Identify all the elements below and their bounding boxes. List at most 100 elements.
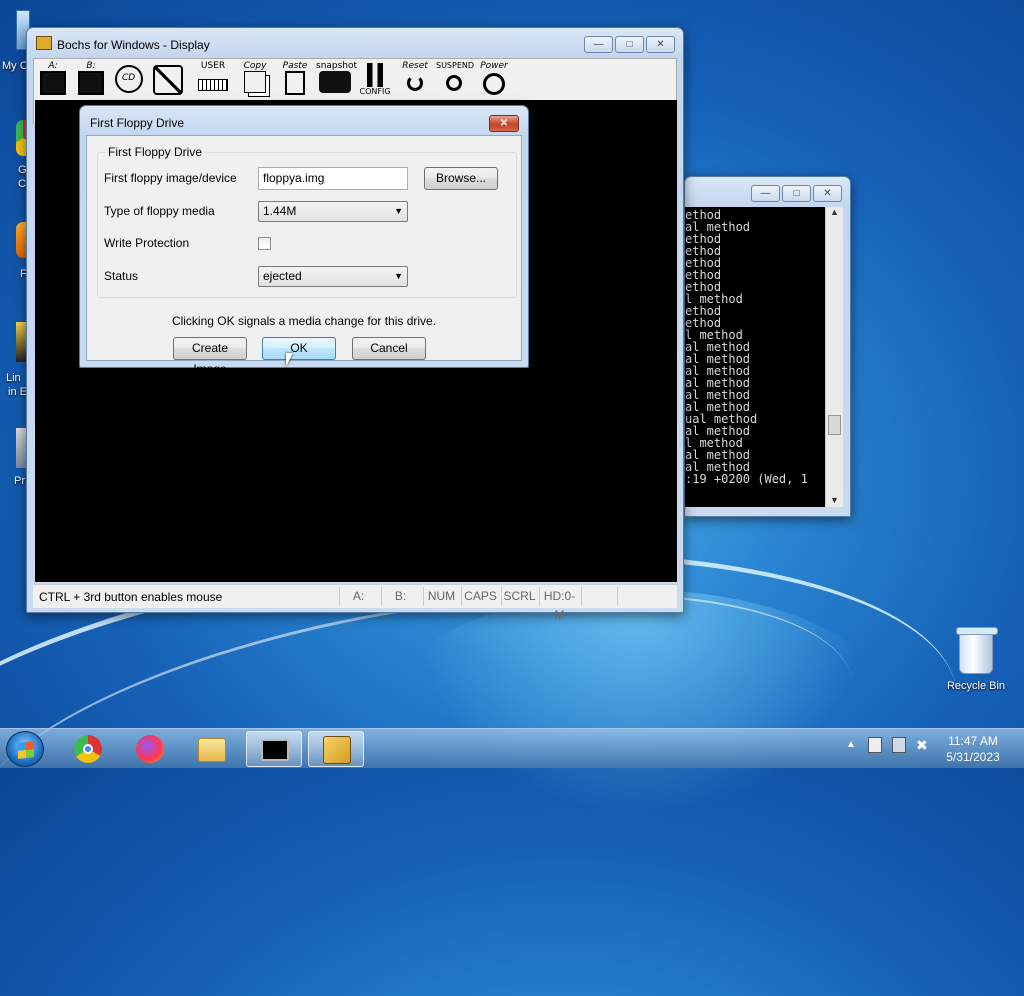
recycle-bin[interactable]: Recycle Bin: [940, 627, 1012, 692]
media-type-value: 1.44M: [263, 204, 297, 218]
paste-icon: [285, 71, 305, 95]
browse-label: Browse...: [435, 171, 486, 185]
dialog-body: First Floppy Drive First floppy image/de…: [86, 135, 522, 376]
cdrom-button[interactable]: CD: [112, 61, 146, 97]
close-button[interactable]: ✕: [489, 115, 519, 132]
ok-button[interactable]: OK: [262, 337, 336, 360]
suspend-button[interactable]: SUSPEND: [436, 61, 474, 97]
status-value: ejected: [263, 269, 302, 283]
chevron-down-icon: ▼: [394, 271, 403, 281]
start-button[interactable]: [6, 731, 44, 767]
recycle-bin-label: Recycle Bin: [946, 680, 1006, 692]
cancel-label: Cancel: [370, 341, 408, 355]
write-protect-checkbox[interactable]: [258, 237, 271, 250]
recycle-bin-icon: [956, 627, 998, 674]
snapshot-button[interactable]: snapshot: [316, 61, 358, 97]
mouse-button[interactable]: [150, 61, 186, 97]
bochs-icon: [323, 736, 351, 764]
dialog-title: First Floppy Drive: [90, 116, 185, 130]
status-message: CTRL + 3rd button enables mouse: [39, 590, 223, 604]
console-icon: [261, 739, 289, 761]
maximize-button[interactable]: □: [615, 36, 644, 53]
console-output: ethod al method ethod ethod ethod ethod ethod l…: [685, 207, 825, 507]
user-button[interactable]: USER: [196, 61, 230, 97]
chrome-center-icon: [83, 744, 93, 754]
taskbar-explorer[interactable]: [184, 731, 240, 767]
write-protect-label: Write Protection: [104, 236, 190, 250]
action-center-icon[interactable]: [868, 737, 882, 753]
browse-button[interactable]: Browse...: [424, 167, 498, 190]
minimize-button[interactable]: —: [751, 185, 780, 202]
dialog-caption-buttons: ✕: [487, 115, 519, 132]
taskbar-firefox[interactable]: [122, 731, 178, 767]
power-label: Power: [480, 61, 508, 71]
taskbar-chrome[interactable]: [60, 731, 116, 767]
taskbar-clock[interactable]: 11:47 AM 5/31/2023: [936, 733, 1010, 765]
console-scrollbar[interactable]: ▲ ▼: [825, 207, 843, 507]
maximize-button[interactable]: □: [782, 185, 811, 202]
minimize-button[interactable]: —: [584, 36, 613, 53]
floppy-icon: [40, 71, 66, 95]
bochs-statusbar: CTRL + 3rd button enables mouse A: B: NU…: [33, 584, 677, 622]
floppy-b-button[interactable]: B:: [74, 61, 108, 97]
floppy-icon: [78, 71, 104, 95]
desktop-label: Pr: [14, 475, 25, 487]
copy-label: Copy: [243, 61, 267, 71]
floppy-a-button[interactable]: A:: [36, 61, 70, 97]
scroll-thumb[interactable]: [828, 415, 841, 435]
scroll-up-icon[interactable]: ▲: [826, 207, 843, 217]
status-select[interactable]: ejected ▼: [258, 266, 408, 287]
console-caption-buttons: — □ ✕: [749, 185, 842, 202]
paste-label: Paste: [282, 61, 308, 71]
floppy-a-label: A:: [48, 61, 58, 71]
suspend-icon: [446, 75, 462, 91]
volume-muted-icon[interactable]: ✖: [916, 737, 928, 754]
show-hidden-icons-icon[interactable]: ▲: [846, 739, 856, 750]
user-label: USER: [200, 61, 226, 71]
group-label: First Floppy Drive: [106, 145, 205, 159]
reset-button[interactable]: Reset: [398, 61, 432, 97]
config-tools-icon: [362, 63, 388, 87]
status-empty: [581, 587, 615, 606]
taskbar-bochs[interactable]: [308, 731, 364, 767]
bochs-caption-buttons: — □ ✕: [582, 36, 675, 53]
floppy-dialog[interactable]: First Floppy Drive ✕ First Floppy Drive …: [79, 105, 529, 376]
system-tray: ▲ ✖: [846, 737, 936, 761]
paste-button[interactable]: Paste: [280, 61, 310, 97]
status-caps: CAPS: [461, 587, 499, 606]
status-empty: [617, 587, 651, 606]
window-title: Bochs for Windows - Display: [57, 38, 210, 52]
reset-label: Reset: [402, 61, 428, 71]
console-line: :19 +0200 (Wed, 1: [685, 472, 808, 486]
console-window[interactable]: — □ ✕ ethod al method ethod ethod ethod ethod…: [684, 176, 851, 517]
copy-button[interactable]: Copy: [240, 61, 270, 97]
image-path-input[interactable]: floppya.img: [258, 167, 408, 190]
cancel-button[interactable]: Cancel: [352, 337, 426, 360]
status-hd: HD:0-M: [539, 587, 579, 622]
network-icon[interactable]: [892, 737, 906, 753]
keyboard-icon: [198, 79, 228, 91]
media-type-select[interactable]: 1.44M ▼: [258, 201, 408, 222]
taskbar-console[interactable]: [246, 731, 302, 767]
windows-logo-icon: [18, 741, 34, 759]
image-path-value: floppya.img: [263, 171, 325, 185]
reset-icon: [407, 75, 423, 91]
folder-icon: [198, 738, 226, 762]
desktop-label: Lin: [6, 372, 21, 384]
floppy-b-label: B:: [86, 61, 96, 71]
power-icon: [483, 73, 505, 95]
media-change-note: Clicking OK signals a media change for t…: [171, 314, 437, 328]
media-label: Type of floppy media: [104, 204, 215, 218]
snapshot-label: snapshot: [316, 61, 358, 71]
config-button[interactable]: CONFIG: [358, 61, 392, 97]
status-scrl: SCRL: [501, 587, 537, 606]
close-button[interactable]: ✕: [646, 36, 675, 53]
power-button[interactable]: Power: [476, 61, 512, 97]
firefox-icon: [136, 735, 164, 763]
scroll-down-icon[interactable]: ▼: [826, 495, 843, 505]
close-button[interactable]: ✕: [813, 185, 842, 202]
cdrom-label: CD: [122, 73, 136, 83]
chevron-down-icon: ▼: [394, 206, 403, 216]
floppy-groupbox: First Floppy Drive First floppy image/de…: [97, 145, 517, 298]
create-image-button[interactable]: Create Image: [173, 337, 247, 376]
